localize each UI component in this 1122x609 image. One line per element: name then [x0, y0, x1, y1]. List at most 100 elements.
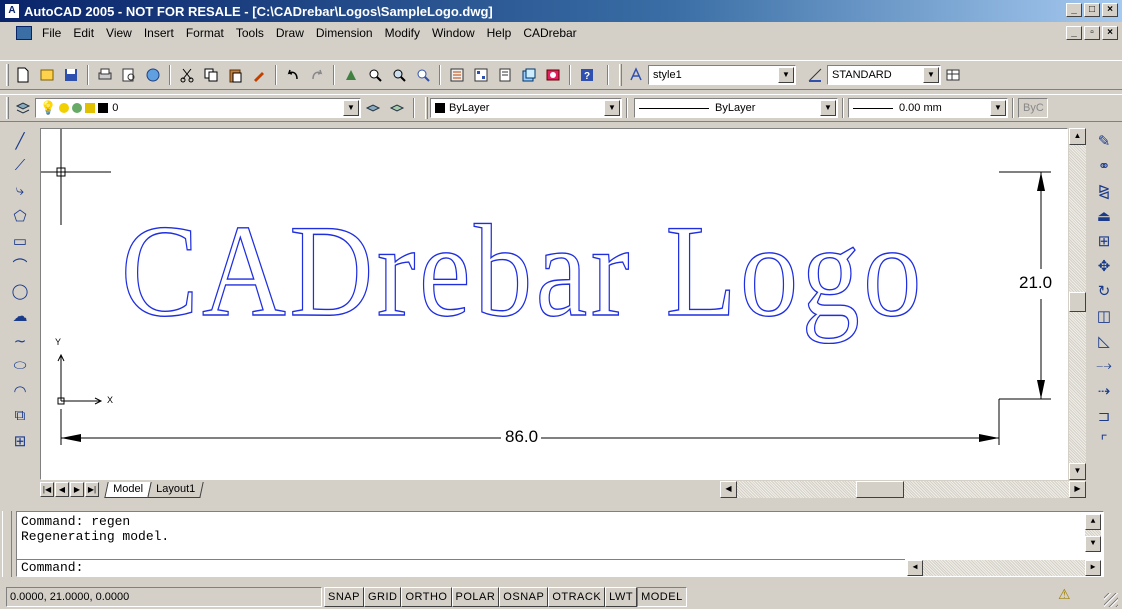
lineweight-control-dropdown[interactable]: 0.00 mm ▼: [848, 98, 1008, 118]
rotate-icon[interactable]: ↻: [1093, 280, 1115, 302]
layer-freeze-icon[interactable]: [59, 103, 70, 113]
zoom-window-icon[interactable]: [388, 64, 410, 86]
toolbar-grip[interactable]: [619, 64, 622, 86]
mirror-icon[interactable]: ⧎: [1093, 180, 1115, 202]
dropdown-arrow-icon[interactable]: ▼: [604, 100, 620, 116]
save-icon[interactable]: [60, 64, 82, 86]
menu-cadrebar[interactable]: CADrebar: [517, 23, 582, 43]
scroll-right-icon[interactable]: ▶: [1069, 481, 1086, 498]
pan-realtime-icon[interactable]: [340, 64, 362, 86]
arc-icon[interactable]: ⌒: [9, 255, 31, 277]
lwt-toggle[interactable]: LWT: [605, 586, 638, 607]
layer-previous-icon[interactable]: [386, 97, 408, 119]
make-block-icon[interactable]: ⊞: [9, 430, 31, 452]
plot-icon[interactable]: [94, 64, 116, 86]
ellipse-arc-icon[interactable]: ◠: [9, 380, 31, 402]
polar-toggle[interactable]: POLAR: [451, 586, 500, 607]
plot-preview-icon[interactable]: [118, 64, 140, 86]
doc-close-button[interactable]: ×: [1102, 26, 1118, 40]
menu-modify[interactable]: Modify: [379, 23, 426, 43]
dim-style-dropdown[interactable]: STANDARD ▼: [827, 65, 941, 85]
polygon-icon[interactable]: ⬠: [9, 205, 31, 227]
dim-style-icon[interactable]: [804, 64, 826, 86]
maximize-button[interactable]: □: [1084, 3, 1100, 17]
line-icon[interactable]: ╱: [9, 130, 31, 152]
dropdown-arrow-icon[interactable]: ▼: [820, 100, 836, 116]
copy-clip-icon[interactable]: [200, 64, 222, 86]
scroll-down-icon[interactable]: ▼: [1069, 463, 1086, 480]
command-horizontal-scrollbar[interactable]: ◀ ▶: [907, 560, 1101, 576]
layer-lock-icon[interactable]: [85, 103, 96, 113]
copy-icon[interactable]: ⚭: [1093, 155, 1115, 177]
doc-minimize-button[interactable]: _: [1066, 26, 1082, 40]
layer-manager-icon[interactable]: [12, 97, 34, 119]
scroll-up-icon[interactable]: ▲: [1085, 514, 1101, 530]
prev-tab-icon[interactable]: ◀: [55, 482, 69, 497]
menu-edit[interactable]: Edit: [67, 23, 100, 43]
rectangle-icon[interactable]: ▭: [9, 230, 31, 252]
ortho-toggle[interactable]: ORTHO: [401, 586, 452, 607]
layer-on-icon[interactable]: 💡: [40, 100, 56, 116]
redo-icon[interactable]: [306, 64, 328, 86]
document-icon[interactable]: [16, 26, 32, 40]
qnew-icon[interactable]: [36, 64, 58, 86]
layer-vp-freeze-icon[interactable]: [72, 103, 83, 113]
autocad-app-icon[interactable]: A: [4, 3, 20, 19]
properties-icon[interactable]: [446, 64, 468, 86]
construction-line-icon[interactable]: ⟋: [9, 155, 31, 177]
tab-layout1[interactable]: Layout1: [147, 481, 204, 498]
otrack-toggle[interactable]: OTRACK: [548, 586, 606, 607]
text-style-icon[interactable]: [625, 64, 647, 86]
cut-icon[interactable]: [176, 64, 198, 86]
toolbar-grip[interactable]: [6, 97, 9, 119]
grid-toggle[interactable]: GRID: [363, 586, 402, 607]
color-control-dropdown[interactable]: ByLayer ▼: [430, 98, 622, 118]
toolbar-grip[interactable]: [425, 97, 428, 119]
table-style-icon[interactable]: [942, 64, 964, 86]
chamfer-icon[interactable]: ⌜: [1093, 430, 1115, 452]
menu-help[interactable]: Help: [481, 23, 518, 43]
minimize-button[interactable]: _: [1066, 3, 1082, 17]
last-tab-icon[interactable]: ▶|: [85, 482, 99, 497]
stretch-icon[interactable]: ◺: [1093, 330, 1115, 352]
command-window-grip[interactable]: [2, 511, 12, 577]
menu-format[interactable]: Format: [180, 23, 230, 43]
sheet-set-icon[interactable]: [518, 64, 540, 86]
insert-block-icon[interactable]: ⧉: [9, 405, 31, 427]
text-style-dropdown[interactable]: style1 ▼: [648, 65, 796, 85]
first-tab-icon[interactable]: |◀: [40, 482, 54, 497]
offset-icon[interactable]: ⏏: [1093, 205, 1115, 227]
markup-icon[interactable]: [542, 64, 564, 86]
design-center-icon[interactable]: [470, 64, 492, 86]
erase-icon[interactable]: ✎: [1093, 130, 1115, 152]
match-properties-icon[interactable]: [248, 64, 270, 86]
circle-icon[interactable]: ◯: [9, 280, 31, 302]
paste-icon[interactable]: [224, 64, 246, 86]
model-space-canvas[interactable]: CADrebar Logo 21.0 86.0 Y X: [40, 128, 1068, 480]
break-icon[interactable]: ⊐: [1093, 405, 1115, 427]
tab-model[interactable]: Model: [104, 481, 152, 498]
vertical-scroll-thumb[interactable]: [1069, 292, 1086, 312]
dropdown-arrow-icon[interactable]: ▼: [923, 67, 939, 83]
extend-icon[interactable]: ⇢: [1093, 380, 1115, 402]
scroll-down-icon[interactable]: ▼: [1085, 536, 1101, 552]
horizontal-scrollbar[interactable]: ◀ ▶: [720, 481, 1086, 498]
coordinate-readout[interactable]: 0.0000, 21.0000, 0.0000: [6, 586, 322, 607]
polyline-icon[interactable]: ⤷: [9, 180, 31, 202]
zoom-realtime-icon[interactable]: [364, 64, 386, 86]
ellipse-icon[interactable]: ⬭: [9, 355, 31, 377]
scroll-right-icon[interactable]: ▶: [1085, 560, 1101, 576]
plot-style-dropdown[interactable]: ByC: [1018, 98, 1048, 118]
publish-icon[interactable]: [142, 64, 164, 86]
scroll-left-icon[interactable]: ◀: [720, 481, 737, 498]
menu-dimension[interactable]: Dimension: [310, 23, 379, 43]
communication-center-icon[interactable]: ⚠: [1058, 586, 1082, 606]
zoom-previous-icon[interactable]: [412, 64, 434, 86]
menu-file[interactable]: File: [36, 23, 67, 43]
trim-icon[interactable]: ⤍: [1093, 355, 1115, 377]
menu-tools[interactable]: Tools: [230, 23, 270, 43]
menu-window[interactable]: Window: [426, 23, 481, 43]
array-icon[interactable]: ⊞: [1093, 230, 1115, 252]
scale-icon[interactable]: ◫: [1093, 305, 1115, 327]
vertical-scrollbar[interactable]: ▲ ▼: [1069, 128, 1086, 480]
